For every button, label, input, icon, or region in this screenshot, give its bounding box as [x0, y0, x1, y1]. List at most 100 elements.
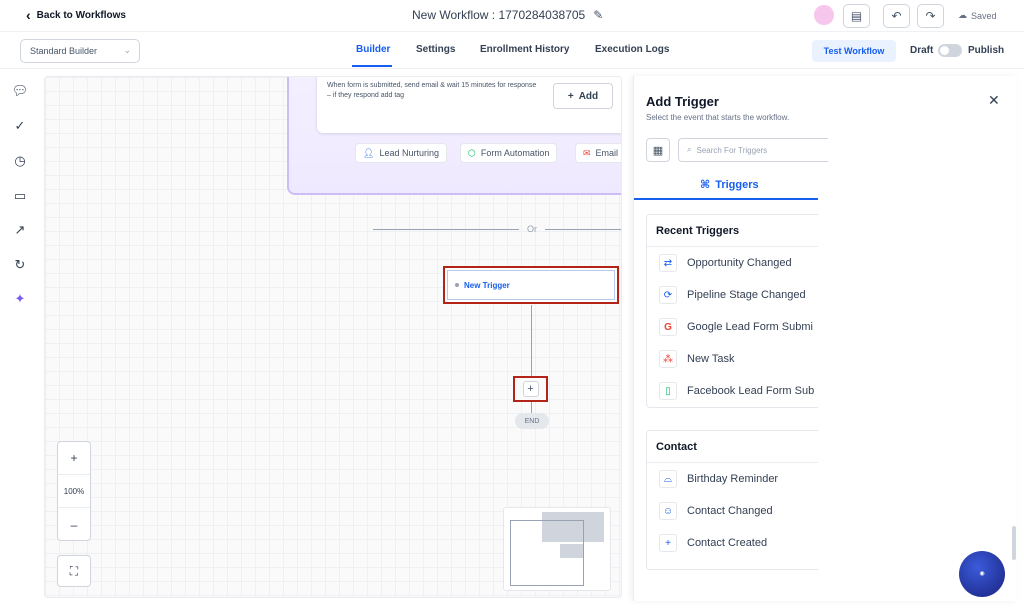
end-node: END	[515, 413, 549, 429]
publish-toggle[interactable]	[938, 44, 962, 57]
search-input[interactable]: ⌕ Search For Triggers	[678, 138, 828, 162]
workflow-title[interactable]: New Workflow : 1770284038705 ✎	[412, 8, 603, 22]
tab-builder[interactable]: Builder	[356, 44, 390, 55]
active-tab-indicator	[634, 198, 818, 200]
trigger-item-label: Pipeline Stage Changed	[687, 289, 806, 301]
tab-triggers-label: Triggers	[715, 178, 759, 191]
section-title: Contact	[647, 431, 818, 463]
pencil-icon[interactable]: ✎	[593, 8, 603, 22]
search-placeholder: Search For Triggers	[696, 145, 768, 155]
chevron-down-icon: ⌄	[123, 45, 131, 55]
back-to-workflows-link[interactable]: ‹ Back to Workflows	[26, 8, 126, 22]
tab-settings[interactable]: Settings	[416, 44, 455, 55]
chevron-left-icon: ‹	[26, 7, 31, 23]
minimap[interactable]	[503, 507, 611, 591]
history-icon[interactable]: ↻	[11, 256, 29, 274]
add-trigger-panel: Add Trigger Select the event that starts…	[633, 76, 1017, 601]
category-view-button[interactable]: ▦	[646, 138, 670, 162]
or-label: Or	[527, 224, 537, 234]
left-rail: 💬︎ ✓ ◷ ▭ ↗ ↻ ✦	[0, 70, 40, 610]
tab-enrollment-history[interactable]: Enrollment History	[480, 44, 569, 55]
trigger-item[interactable]: + Contact Created	[647, 527, 818, 559]
document-icon: ▤	[850, 9, 863, 23]
contact-add-icon: +	[659, 534, 677, 552]
divider	[373, 229, 519, 230]
plus-icon: +	[567, 90, 574, 102]
tab-triggers[interactable]: ⌘ Triggers	[700, 178, 759, 192]
trigger-node-inner: New Trigger	[447, 270, 615, 300]
saved-label: Saved	[971, 10, 997, 21]
cube-icon: ⬡	[468, 147, 476, 158]
tag-chip: ✉ Email	[575, 143, 621, 163]
trigger-label: New Trigger	[464, 280, 510, 290]
back-label: Back to Workflows	[36, 9, 126, 21]
zoom-out-button[interactable]: –	[58, 508, 90, 541]
triggers-icon: ⌘	[700, 179, 711, 191]
template-card[interactable]: When form is submitted, send email & wai…	[317, 77, 621, 133]
undo-button[interactable]: ↶	[883, 4, 910, 28]
add-template-button[interactable]: + Add	[553, 83, 613, 109]
toggle-knob	[940, 46, 949, 55]
search-icon: ⌕	[687, 145, 692, 154]
cloud-check-icon: ☁	[958, 10, 967, 20]
new-trigger-node[interactable]: New Trigger	[443, 266, 619, 304]
tab-execution-logs[interactable]: Execution Logs	[595, 44, 669, 55]
help-badge-logo: ◉	[979, 570, 985, 577]
trigger-item[interactable]: G Google Lead Form Submi	[647, 311, 818, 343]
trigger-item-label: Facebook Lead Form Sub	[687, 385, 815, 397]
chat-icon[interactable]: 💬︎	[11, 82, 29, 100]
mail-icon: ✉	[583, 147, 591, 158]
tag-chip: 👤︎ Lead Nurturing	[355, 143, 447, 163]
workflow-title-text: New Workflow : 1770284038705	[412, 8, 586, 22]
template-suggestion: When form is submitted, send email & wai…	[287, 77, 621, 195]
trigger-item-label: Birthday Reminder	[687, 473, 779, 485]
trigger-item[interactable]: ⁂ New Task	[647, 343, 818, 375]
avatar[interactable]	[814, 5, 834, 25]
trigger-item[interactable]: ▯ Facebook Lead Form Sub	[647, 375, 818, 407]
chip-label: Form Automation	[480, 148, 550, 158]
trigger-item[interactable]: ☺ Contact Changed	[647, 495, 818, 527]
sparkle-icon[interactable]: ✦	[11, 290, 29, 308]
refresh-icon: ⟳	[659, 286, 677, 304]
test-workflow-button[interactable]: Test Workflow	[812, 40, 896, 62]
clipboard-icon: ▯	[659, 382, 677, 400]
active-tab-indicator	[352, 65, 392, 67]
help-chat-badge[interactable]: ◉	[959, 551, 1005, 597]
trigger-item[interactable]: ⇄ Opportunity Changed	[647, 247, 818, 279]
minimap-viewport[interactable]	[510, 520, 584, 586]
trigger-item-label: Opportunity Changed	[687, 257, 792, 269]
folder-icon[interactable]: ▭	[11, 187, 29, 205]
template-description: When form is submitted, send email & wai…	[327, 82, 537, 99]
draft-label: Draft	[910, 45, 934, 56]
contact-icon: ☺	[659, 502, 677, 520]
expand-icon: ⛶	[69, 563, 79, 578]
undo-icon: ↶	[891, 9, 902, 23]
external-link-icon[interactable]: ↗	[11, 221, 29, 239]
trigger-item[interactable]: ⌓ Birthday Reminder	[647, 463, 818, 495]
trigger-item[interactable]: ⟳ Pipeline Stage Changed	[647, 279, 818, 311]
panel-title: Add Trigger	[646, 94, 719, 109]
zoom-in-button[interactable]: +	[58, 442, 90, 475]
add-action-button[interactable]: +	[513, 376, 548, 402]
saved-status: ☁ Saved	[958, 10, 997, 21]
redo-button[interactable]: ↷	[917, 4, 944, 28]
builder-select[interactable]: Standard Builder ⌄	[20, 39, 140, 63]
zoom-level: 100%	[58, 475, 90, 508]
cake-icon: ⌓	[659, 470, 677, 488]
panel-subtitle: Select the event that starts the workflo…	[646, 113, 790, 122]
dot-icon	[455, 283, 459, 287]
recent-triggers-section: Recent Triggers ⇄ Opportunity Changed ⟳ …	[646, 214, 818, 408]
clock-icon[interactable]: ◷	[11, 152, 29, 170]
user-icon: 👤︎	[363, 147, 375, 158]
trigger-item-label: New Task	[687, 353, 735, 365]
task-icon: ⁂	[659, 350, 677, 368]
builder-select-value: Standard Builder	[30, 46, 98, 56]
scrollbar[interactable]	[1012, 526, 1016, 560]
close-icon[interactable]: ✕	[988, 92, 1000, 109]
fit-view-button[interactable]: ⛶	[57, 555, 91, 587]
notes-button[interactable]: ▤	[843, 4, 870, 28]
trigger-item-label: Contact Created	[687, 537, 768, 549]
check-circle-icon[interactable]: ✓	[11, 117, 29, 135]
publish-label: Publish	[968, 45, 1005, 56]
workflow-canvas[interactable]: When form is submitted, send email & wai…	[44, 76, 622, 598]
